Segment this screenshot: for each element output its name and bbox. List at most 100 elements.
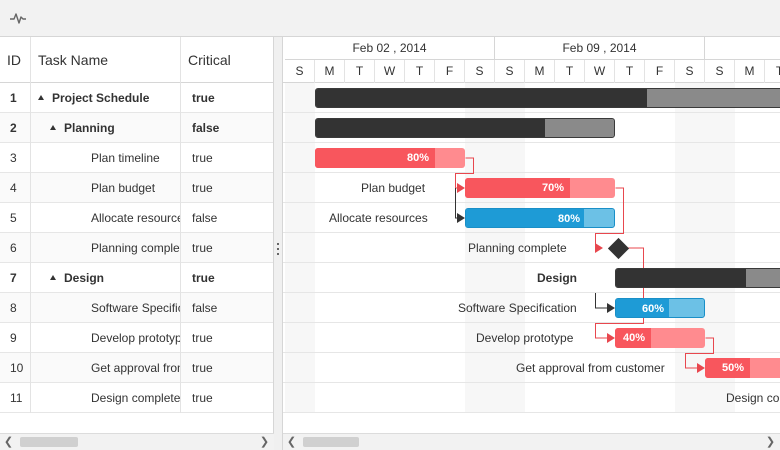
- chart-horizontal-scrollbar[interactable]: ❮ ❯: [283, 433, 780, 450]
- task-progress: [616, 269, 746, 287]
- week-header: [705, 37, 780, 60]
- task-name-label: Allocate resources: [91, 211, 181, 225]
- critical-cell: true: [192, 181, 213, 195]
- day-header: S: [705, 60, 735, 83]
- task-bar[interactable]: 70%: [465, 178, 615, 198]
- activity-icon[interactable]: [8, 9, 28, 27]
- task-id-cell: 8: [0, 293, 31, 323]
- task-name-cell: Project Schedule: [31, 83, 181, 113]
- task-progress: [316, 119, 546, 137]
- task-id-cell: 6: [0, 233, 31, 263]
- column-header-task-name[interactable]: Task Name: [31, 37, 181, 83]
- task-name-cell: Plan timeline: [31, 143, 181, 173]
- task-bar[interactable]: 50%: [705, 358, 780, 378]
- connector-arrow-icon: [595, 243, 603, 253]
- table-row[interactable]: 5 Allocate resources false: [0, 203, 273, 233]
- progress-label: 40%: [622, 332, 645, 344]
- day-header: W: [585, 60, 615, 83]
- task-bar[interactable]: [315, 88, 780, 108]
- progress-label: 80%: [557, 213, 580, 225]
- task-bar-label: Software Specification: [458, 301, 577, 315]
- connector-line: [624, 247, 644, 264]
- table-row[interactable]: 7 Design true: [0, 263, 273, 293]
- task-bar-label: Planning complete: [468, 241, 567, 255]
- progress-label: 60%: [641, 303, 664, 315]
- task-name-cell: Get approval from customer: [31, 353, 181, 383]
- week-header: Feb 09 , 2014: [495, 37, 705, 60]
- table-row[interactable]: 11 Design complete true: [0, 383, 273, 413]
- table-row[interactable]: 2 Planning false: [0, 113, 273, 143]
- scroll-right-icon[interactable]: ❯: [256, 434, 273, 450]
- toolbar: [0, 0, 780, 37]
- table-row[interactable]: 4 Plan budget true: [0, 173, 273, 203]
- task-name-cell: Software Specification: [31, 293, 181, 323]
- task-id-cell: 4: [0, 173, 31, 203]
- critical-cell: false: [192, 301, 218, 315]
- scroll-right-icon[interactable]: ❯: [762, 434, 779, 450]
- task-progress: [316, 89, 648, 107]
- grid-horizontal-scrollbar[interactable]: ❮ ❯: [0, 433, 274, 450]
- expand-arrow-icon[interactable]: [38, 95, 44, 101]
- task-id-cell: 10: [0, 353, 31, 383]
- task-grid: ID Task Name Critical 1 Project Schedule t…: [0, 37, 274, 433]
- critical-cell: false: [192, 121, 220, 135]
- day-header: S: [495, 60, 525, 83]
- connector-arrow-icon: [607, 333, 615, 343]
- critical-cell: true: [192, 151, 213, 165]
- task-name-label: Plan budget: [91, 181, 156, 195]
- splitter[interactable]: [274, 37, 283, 450]
- day-header: T: [405, 60, 435, 83]
- task-bar[interactable]: [615, 268, 780, 288]
- task-bar[interactable]: [315, 118, 615, 138]
- grid-header: ID Task Name Critical: [0, 37, 273, 83]
- day-header: W: [375, 60, 405, 83]
- critical-cell: true: [192, 331, 213, 345]
- day-header: M: [525, 60, 555, 83]
- day-header: M: [315, 60, 345, 83]
- task-id-cell: 1: [0, 83, 31, 113]
- task-name-label: Plan timeline: [91, 151, 160, 165]
- task-name-cell: Planning complete: [31, 233, 181, 263]
- table-row[interactable]: 6 Planning complete true: [0, 233, 273, 263]
- task-name-cell: Develop prototype: [31, 323, 181, 353]
- scroll-left-icon[interactable]: ❮: [283, 434, 300, 450]
- expand-arrow-icon[interactable]: [50, 125, 56, 131]
- progress-label: 80%: [406, 152, 429, 164]
- task-bar[interactable]: 60%: [615, 298, 705, 318]
- task-name-cell: Design complete: [31, 383, 181, 413]
- task-bar[interactable]: 80%: [315, 148, 465, 168]
- week-header: Feb 02 , 2014: [285, 37, 495, 60]
- column-header-id[interactable]: ID: [0, 37, 31, 83]
- column-header-critical[interactable]: Critical: [181, 37, 273, 83]
- task-name-label: Get approval from customer: [91, 361, 180, 375]
- expand-arrow-icon[interactable]: [50, 275, 56, 281]
- day-header: T: [765, 60, 780, 83]
- splitter-grip-icon[interactable]: [277, 243, 279, 255]
- task-name-cell: Planning: [31, 113, 181, 143]
- day-header: F: [645, 60, 675, 83]
- progress-label: 50%: [721, 362, 744, 374]
- task-bar-label: Design: [537, 271, 578, 285]
- table-row[interactable]: 8 Software Specification false: [0, 293, 273, 323]
- task-name-label: Design: [64, 271, 105, 285]
- progress-label: 70%: [541, 182, 564, 194]
- grid-scroll-thumb[interactable]: [20, 437, 78, 447]
- table-row[interactable]: 10 Get approval from customer true: [0, 353, 273, 383]
- table-row[interactable]: 1 Project Schedule true: [0, 83, 273, 113]
- chart-scroll-thumb[interactable]: [303, 437, 359, 447]
- scroll-left-icon[interactable]: ❮: [0, 434, 17, 450]
- task-bar[interactable]: 80%: [465, 208, 615, 228]
- critical-cell: true: [192, 361, 213, 375]
- task-bar-label: Develop prototype: [476, 331, 574, 345]
- critical-cell: true: [192, 91, 215, 105]
- table-row[interactable]: 9 Develop prototype true: [0, 323, 273, 353]
- task-bar[interactable]: 40%: [615, 328, 705, 348]
- task-name-label: Develop prototype: [91, 331, 181, 345]
- task-id-cell: 5: [0, 203, 31, 233]
- task-name-label: Project Schedule: [52, 91, 150, 105]
- day-header: S: [285, 60, 315, 83]
- day-header: F: [435, 60, 465, 83]
- day-header: M: [735, 60, 765, 83]
- connector-arrow-icon: [697, 363, 705, 373]
- table-row[interactable]: 3 Plan timeline true: [0, 143, 273, 173]
